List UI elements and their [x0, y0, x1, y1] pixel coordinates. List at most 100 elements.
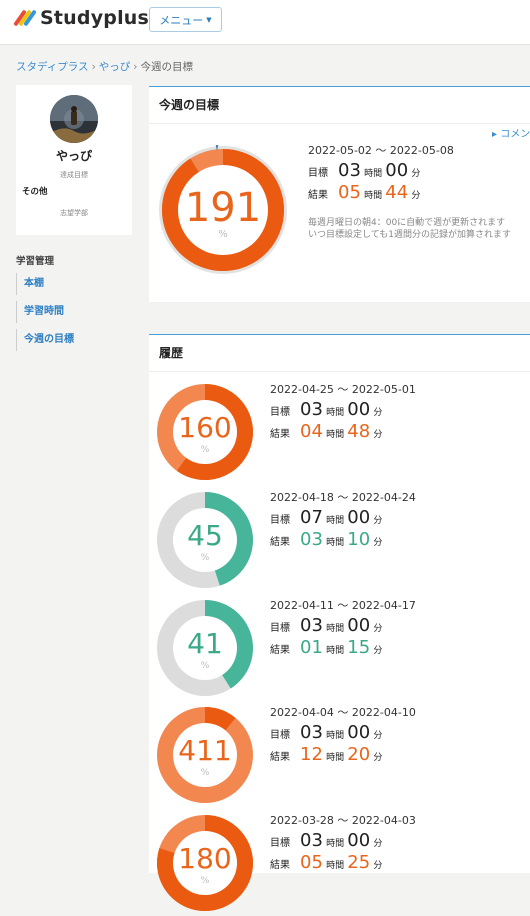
- hours-unit: 時間: [326, 839, 345, 849]
- percent-value: 45: [187, 519, 223, 552]
- result-row: 結果 05 時間 44 分: [308, 182, 420, 203]
- goal-hours: 03: [300, 830, 323, 851]
- studyplus-logo[interactable]: Studyplus: [13, 6, 150, 30]
- result-label: 結果: [270, 645, 290, 656]
- minutes-unit: 分: [373, 753, 383, 763]
- breadcrumb: スタディプラス › やっぴ › 今週の目標: [16, 59, 193, 74]
- goal-label: 目標: [270, 623, 290, 634]
- caret-down-icon: ▼: [206, 15, 212, 24]
- history-donut: 41%: [156, 599, 254, 697]
- menu-button[interactable]: メニュー ▼: [149, 7, 222, 32]
- breadcrumb-link-user[interactable]: やっぴ: [99, 61, 131, 73]
- avatar-image: [50, 95, 98, 143]
- hours-unit: 時間: [364, 191, 383, 201]
- avatar[interactable]: [50, 95, 98, 143]
- hours-unit: 時間: [326, 624, 345, 634]
- result-label: 結果: [308, 190, 328, 201]
- goal-hours: 03: [300, 615, 323, 636]
- panel-title: 今週の目標: [159, 98, 220, 112]
- breadcrumb-separator: ›: [133, 61, 138, 73]
- goal-row: 目標 03 時間 00 分: [270, 722, 382, 743]
- percent-value: 180: [178, 842, 232, 875]
- minutes-unit: 分: [411, 191, 421, 201]
- goal-label: 目標: [270, 730, 290, 741]
- hours-unit: 時間: [326, 430, 345, 440]
- current-goal-panel: 今週の目標 ▸ コメン 191 % 2022-05-02 ～ 2022-05-0…: [149, 86, 530, 302]
- result-hours: 03: [300, 529, 323, 550]
- profile-card: やっぴ 達成目標 その他 志望学部: [16, 85, 132, 235]
- date-range: 2022-04-18 ～ 2022-04-24: [270, 491, 416, 504]
- comment-link[interactable]: ▸ コメン: [492, 125, 530, 140]
- goal-label: 目標: [270, 407, 290, 418]
- result-hours: 05: [300, 852, 323, 873]
- goal-minutes: 00: [347, 830, 371, 851]
- date-range: 2022-05-02 ～ 2022-05-08: [308, 144, 454, 157]
- goal-label: 達成目標: [60, 171, 88, 179]
- percent-sign: %: [200, 445, 210, 455]
- logo-icon: [13, 8, 37, 28]
- minutes-unit: 分: [373, 516, 383, 526]
- result-label: 結果: [270, 752, 290, 763]
- percent-value: 41: [187, 627, 223, 660]
- nav-item-study-time[interactable]: 学習時間: [16, 301, 126, 323]
- record-note: いつ目標設定しても1週間分の記録が加算されます: [308, 230, 512, 240]
- result-hours: 12: [300, 744, 323, 765]
- goal-hours: 03: [300, 399, 323, 420]
- brand-name: Studyplus: [40, 7, 150, 29]
- history-donut: 411%: [156, 706, 254, 804]
- hours-unit: 時間: [364, 169, 383, 179]
- goal-hours: 03: [338, 160, 361, 181]
- hours-unit: 時間: [326, 753, 345, 763]
- history-donut: 45%: [156, 491, 254, 589]
- result-minutes: 15: [347, 637, 371, 658]
- hours-unit: 時間: [326, 861, 345, 871]
- percent-sign: %: [200, 876, 210, 886]
- breadcrumb-link-home[interactable]: スタディプラス: [16, 61, 89, 73]
- result-hours: 04: [300, 421, 323, 442]
- goal-minutes: 00: [385, 160, 409, 181]
- goal-minutes: 00: [347, 615, 371, 636]
- result-hours: 05: [338, 182, 361, 203]
- date-range: 2022-04-04 ～ 2022-04-10: [270, 706, 416, 719]
- result-row: 結果 03 時間 10 分: [270, 529, 382, 550]
- minutes-unit: 分: [373, 861, 383, 871]
- minutes-unit: 分: [373, 538, 383, 548]
- nav-title: 学習管理: [16, 256, 55, 267]
- goal-row: 目標 03 時間 00 分: [270, 830, 382, 851]
- result-row: 結果 04 時間 48 分: [270, 421, 382, 442]
- result-minutes: 20: [347, 744, 371, 765]
- history-title: 履歴: [159, 346, 184, 360]
- breadcrumb-separator: ›: [91, 61, 96, 73]
- result-row: 結果 01 時間 15 分: [270, 637, 382, 658]
- result-label: 結果: [270, 860, 290, 871]
- percent-value: 160: [178, 411, 232, 444]
- minutes-unit: 分: [373, 731, 383, 741]
- history-panel: 履歴 160% 2022-04-25 ～ 2022-05-01 目標 03 時間 00…: [149, 334, 530, 911]
- percent-sign: %: [200, 553, 210, 563]
- result-label: 結果: [270, 537, 290, 548]
- goal-minutes: 00: [347, 399, 371, 420]
- aspiration-label: 志望学部: [60, 209, 88, 217]
- divider: [149, 371, 530, 372]
- goal-label: 目標: [270, 515, 290, 526]
- result-minutes: 44: [385, 182, 409, 203]
- username[interactable]: やっぴ: [16, 147, 132, 164]
- goal-label: 目標: [308, 168, 328, 179]
- result-hours: 01: [300, 637, 323, 658]
- comment-link-label: コメン: [500, 129, 530, 140]
- percent-sign: %: [200, 768, 210, 778]
- history-donut: 160%: [156, 383, 254, 481]
- hours-unit: 時間: [326, 731, 345, 741]
- minutes-unit: 分: [373, 839, 383, 849]
- result-row: 結果 12 時間 20 分: [270, 744, 382, 765]
- goal-row: 目標 03 時間 00 分: [308, 160, 420, 181]
- menu-label: メニュー: [159, 13, 204, 27]
- minutes-unit: 分: [411, 169, 421, 179]
- other-label: その他: [22, 187, 48, 197]
- goal-row: 目標 07 時間 00 分: [270, 507, 382, 528]
- nav-item-bookshelf[interactable]: 本棚: [16, 273, 126, 295]
- history-donut: 180%: [156, 814, 254, 912]
- minutes-unit: 分: [373, 408, 383, 418]
- nav-item-weekly-goal[interactable]: 今週の目標: [16, 329, 126, 351]
- minutes-unit: 分: [373, 646, 383, 656]
